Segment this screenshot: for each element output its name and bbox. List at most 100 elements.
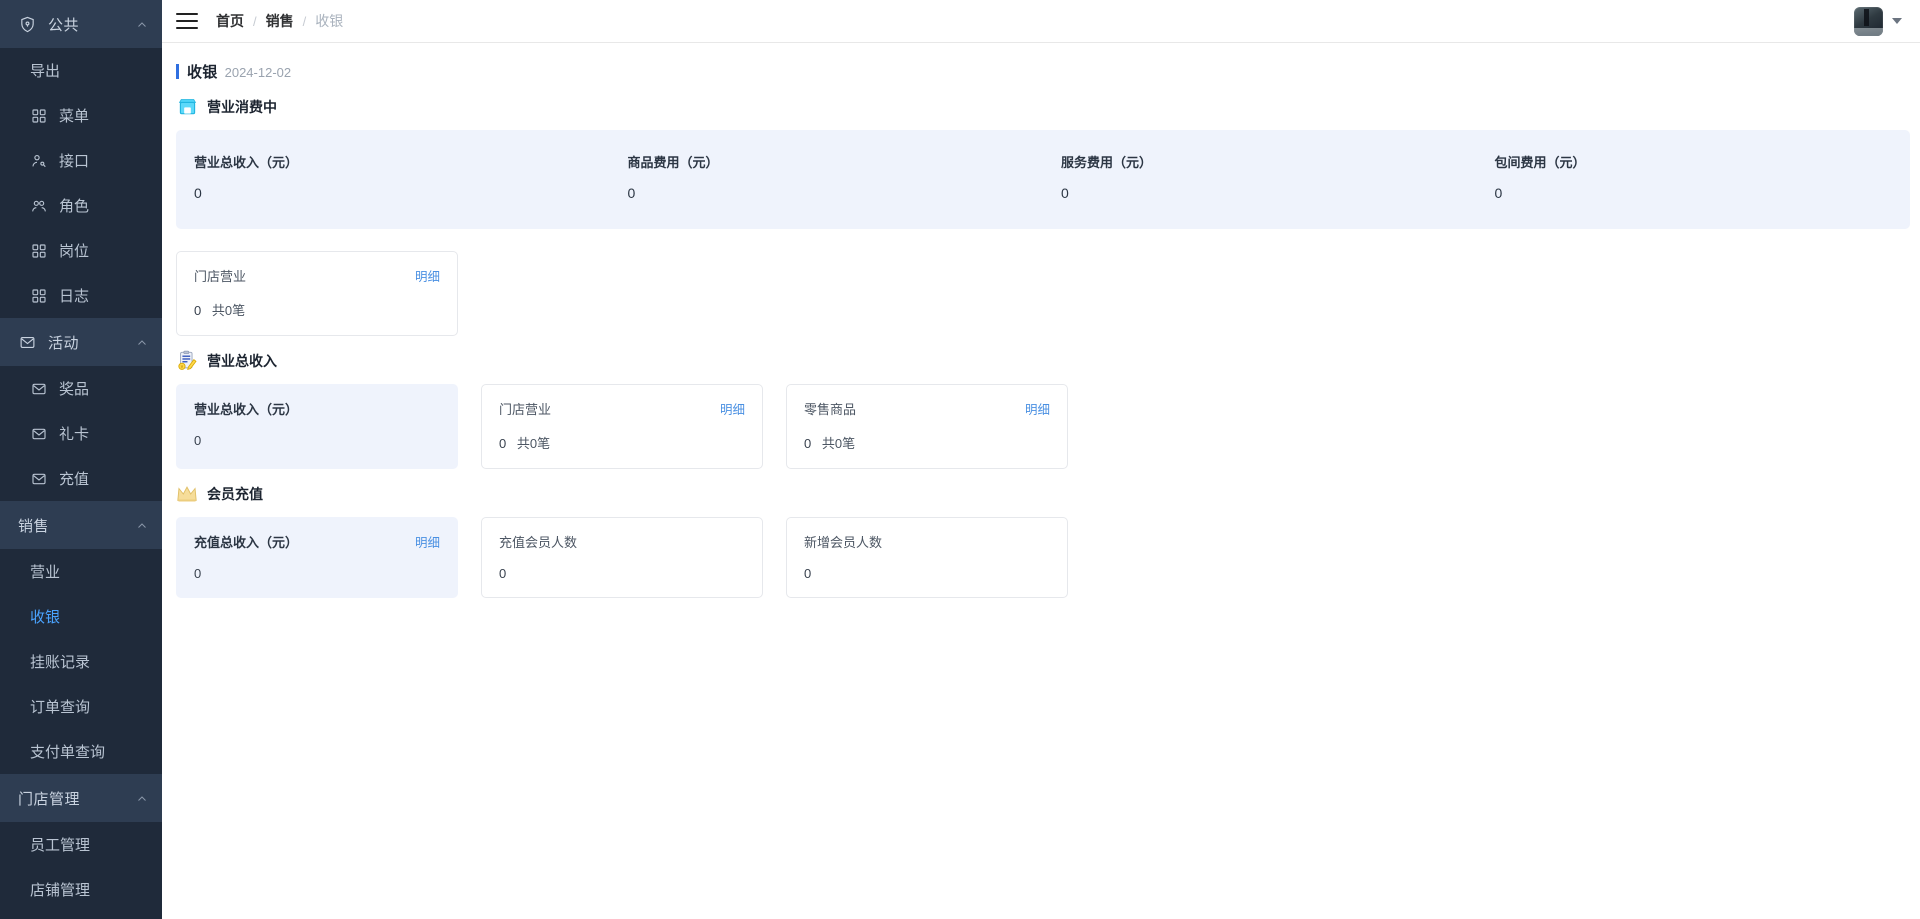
user-key-icon (30, 152, 48, 170)
card-count: 共0笔 (211, 303, 246, 318)
sidebar-item-prize[interactable]: 奖品 (0, 366, 162, 411)
section-header: 会员充值 (176, 483, 1910, 505)
sidebar-item-role[interactable]: 角色 (0, 183, 162, 228)
sidebar-item-label: 菜单 (59, 108, 90, 125)
card-values: 0 共0笔 (499, 433, 745, 452)
section-member-recharge: 会员充值 充值总收入（元） 明细 0 充值会员人数 0 新增会员人数 0 (162, 483, 1920, 598)
sidebar-item-log[interactable]: 日志 (0, 273, 162, 318)
sidebar-item-credit-records[interactable]: 挂账记录 (0, 639, 162, 684)
hamburger-icon[interactable] (176, 13, 198, 29)
app-root: 公共 导出 菜单 接口 角色 岗位 日志 活动 奖品 礼卡 充值 销售 营业 收… (0, 0, 1920, 919)
sidebar-item-business[interactable]: 营业 (0, 549, 162, 594)
sidebar-item-label: 挂账记录 (30, 654, 91, 671)
main-area: 首页 / 销售 / 收银 收银 2024-12-02 营业消费中 营业总收入（元… (162, 0, 1920, 919)
consuming-card-row: 门店营业 明细 0 共0笔 (176, 251, 1910, 336)
summary-label: 商品费用（元） (627, 155, 719, 170)
sidebar-item-label: 日志 (59, 288, 90, 305)
avatar[interactable] (1854, 6, 1883, 36)
card-title: 充值会员人数 (499, 535, 578, 550)
summary-cell-service-fee: 服务费用（元） 0 (1043, 152, 1477, 201)
sidebar-item-order-query[interactable]: 订单查询 (0, 684, 162, 729)
sidebar-item-staff-management[interactable]: 员工管理 (0, 822, 162, 867)
chevron-up-icon (136, 336, 148, 348)
sidebar-item-label: 导出 (30, 63, 61, 80)
card-value: 0 (194, 566, 202, 581)
card-value: 0 (804, 566, 812, 581)
card-recharge-member-count: 充值会员人数 0 (481, 517, 763, 598)
sidebar-group-sales[interactable]: 销售 (0, 501, 162, 549)
chevron-up-icon (136, 18, 148, 30)
grid-icon (30, 287, 48, 305)
section-header: ¥ 营业总收入 (176, 350, 1910, 372)
breadcrumb-separator: / (253, 13, 257, 29)
sidebar-item-label: 支付单查询 (30, 744, 106, 761)
sidebar-item-label: 礼卡 (59, 426, 90, 443)
chevron-up-icon (136, 792, 148, 804)
breadcrumb: 首页 / 销售 / 收银 (216, 11, 343, 31)
card-title: 营业总收入（元） (194, 402, 299, 417)
detail-link[interactable]: 明细 (415, 266, 440, 285)
sidebar: 公共 导出 菜单 接口 角色 岗位 日志 活动 奖品 礼卡 充值 销售 营业 收… (0, 0, 162, 919)
card-new-member-count: 新增会员人数 0 (786, 517, 1068, 598)
card-values: 0 共0笔 (194, 300, 440, 319)
sidebar-item-shop-management[interactable]: 店铺管理 (0, 867, 162, 912)
sidebar-item-export[interactable]: 导出 (0, 48, 162, 93)
card-header: 门店营业 明细 (499, 399, 745, 418)
card-values: 0 (194, 566, 440, 581)
card-values: 0 (499, 566, 745, 581)
breadcrumb-item-home[interactable]: 首页 (216, 11, 244, 31)
envelope-icon (30, 470, 48, 488)
card-title: 门店营业 (194, 269, 247, 284)
card-title: 充值总收入（元） (194, 535, 299, 550)
grid-icon (30, 107, 48, 125)
users-icon (30, 197, 48, 215)
card-value: 0 (499, 436, 507, 451)
sidebar-group-label: 公共 (48, 16, 80, 34)
summary-label: 服务费用（元） (1061, 155, 1153, 170)
envelope-icon (30, 380, 48, 398)
title-accent-bar (176, 64, 179, 79)
card-header: 新增会员人数 (804, 532, 1050, 551)
section-title: 会员充值 (207, 486, 263, 502)
sidebar-item-recharge[interactable]: 充值 (0, 456, 162, 501)
section-total-revenue: ¥ 营业总收入 营业总收入（元） 0 门店营业 明细 0 共0笔 零售商品 明细… (162, 350, 1920, 469)
sidebar-item-label: 岗位 (59, 243, 90, 260)
card-values: 0 共0笔 (804, 433, 1050, 452)
summary-cell-total-revenue: 营业总收入（元） 0 (176, 152, 610, 201)
detail-link[interactable]: 明细 (415, 532, 440, 551)
sidebar-group-label: 门店管理 (18, 790, 81, 808)
consuming-summary-band: 营业总收入（元） 0 商品费用（元） 0 服务费用（元） 0 包间费用（元） 0 (176, 130, 1910, 229)
grid-icon (30, 242, 48, 260)
envelope-icon (18, 333, 36, 351)
summary-cell-goods-fee: 商品费用（元） 0 (610, 152, 1044, 201)
sidebar-item-giftcard[interactable]: 礼卡 (0, 411, 162, 456)
breadcrumb-separator: / (302, 13, 307, 29)
svg-text:¥: ¥ (180, 365, 183, 371)
detail-link[interactable]: 明细 (1025, 399, 1050, 418)
card-values: 0 (804, 566, 1050, 581)
card-value: 0 (194, 433, 202, 448)
sidebar-item-label: 奖品 (59, 381, 90, 398)
summary-value: 0 (1494, 185, 1503, 201)
sidebar-item-menu[interactable]: 菜单 (0, 93, 162, 138)
card-value: 0 (499, 566, 507, 581)
card-total-revenue: 营业总收入（元） 0 (176, 384, 458, 469)
section-title: 营业总收入 (207, 353, 277, 369)
sidebar-group-store-management[interactable]: 门店管理 (0, 774, 162, 822)
summary-value: 0 (627, 185, 636, 201)
sidebar-item-payment-query[interactable]: 支付单查询 (0, 729, 162, 774)
summary-label: 包间费用（元） (1494, 155, 1586, 170)
detail-link[interactable]: 明细 (720, 399, 745, 418)
page-title: 收银 (187, 64, 218, 81)
sidebar-item-position[interactable]: 岗位 (0, 228, 162, 273)
sidebar-item-label: 接口 (59, 153, 90, 170)
sidebar-item-cashier[interactable]: 收银 (0, 594, 162, 639)
card-recharge-total-revenue: 充值总收入（元） 明细 0 (176, 517, 458, 598)
store-icon (176, 96, 198, 118)
sidebar-item-interface[interactable]: 接口 (0, 138, 162, 183)
chevron-down-icon[interactable] (1892, 18, 1902, 24)
sidebar-group-public[interactable]: 公共 (0, 0, 162, 48)
breadcrumb-item-sales[interactable]: 销售 (266, 11, 294, 31)
sidebar-group-activity[interactable]: 活动 (0, 318, 162, 366)
top-bar: 首页 / 销售 / 收银 (162, 0, 1920, 43)
